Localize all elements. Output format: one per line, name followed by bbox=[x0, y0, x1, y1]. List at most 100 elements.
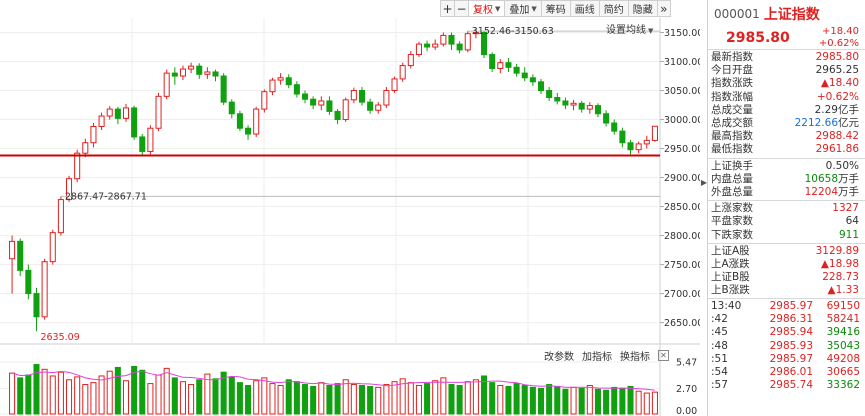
toolbar-button-label: 筹码 bbox=[545, 5, 566, 16]
quote-section: 上证A股 3129.89 上A涨跌 ▲18.98 上证B股 228.73 上B涨跌 ▲1.33 bbox=[708, 244, 865, 300]
volume-bar bbox=[472, 379, 479, 415]
tick-vol: 35043 bbox=[826, 339, 860, 352]
tick-price: 2986.01 bbox=[769, 365, 813, 378]
candle-body bbox=[49, 232, 56, 263]
change-params-button[interactable]: 改参数 bbox=[544, 348, 574, 363]
y-tick-label: 2950.00 bbox=[664, 144, 700, 155]
add-indicator-button[interactable]: 加指标 bbox=[582, 348, 612, 363]
quote-row: 最高指数 2988.42 bbox=[708, 130, 865, 143]
volume-bar bbox=[424, 383, 431, 415]
volume-bar bbox=[635, 390, 642, 415]
candle-body bbox=[578, 102, 585, 110]
tick-vol: 39416 bbox=[826, 326, 860, 339]
volume-bar bbox=[383, 384, 390, 415]
candle-body bbox=[334, 110, 341, 121]
annotation-label: 2867.47-2867.71 bbox=[65, 191, 147, 202]
quote-value-wrap: 2.29亿手 bbox=[815, 104, 859, 117]
quote-price-row: 2985.80 +18.40 +0.62% bbox=[708, 26, 865, 50]
quote-section: 上证换手 0.50% 内盘总量 10658万手 外盘总量 12204万手 bbox=[708, 159, 865, 202]
candle-body bbox=[245, 127, 252, 135]
quote-value: 2212.66 bbox=[794, 117, 838, 130]
toolbar-button-8[interactable]: » bbox=[656, 0, 671, 17]
volume-bar bbox=[627, 385, 634, 415]
quote-value: 2985.80 bbox=[815, 51, 859, 64]
quote-row: 内盘总量 10658万手 bbox=[708, 173, 865, 186]
toolbar-button-7[interactable]: 隐藏 bbox=[627, 0, 657, 17]
switch-indicator-button[interactable]: 换指标 bbox=[620, 348, 650, 363]
volume-bar bbox=[643, 392, 650, 415]
quote-value-wrap: 911 bbox=[839, 229, 859, 242]
candle-body bbox=[163, 72, 170, 97]
toolbar-button-5[interactable]: 画线 bbox=[569, 0, 599, 17]
annotation-label: 3152.46-3150.63 bbox=[472, 26, 554, 37]
quote-label: 上A涨跌 bbox=[711, 257, 750, 270]
candle-body bbox=[9, 240, 16, 260]
volume-bar bbox=[82, 384, 89, 415]
tick-row[interactable]: :54 2986.01 30665 bbox=[708, 365, 865, 378]
volume-bar bbox=[236, 382, 243, 415]
toolbar-button-3[interactable]: 叠加 ▼ bbox=[504, 0, 541, 17]
quote-value-wrap: ▲18.40 bbox=[821, 77, 859, 90]
tick-row[interactable]: :48 2985.93 35043 bbox=[708, 339, 865, 352]
toolbar-button-4[interactable]: 筹码 bbox=[540, 0, 570, 17]
ma-setting-menu[interactable]: 设置均线 ▼ bbox=[606, 21, 653, 36]
tick-row[interactable]: :51 2985.97 49208 bbox=[708, 352, 865, 365]
volume-bar bbox=[586, 384, 593, 415]
candle-body bbox=[82, 142, 89, 154]
toolbar-button-6[interactable]: 简约 bbox=[598, 0, 628, 17]
volume-bar bbox=[301, 384, 309, 415]
candle-body bbox=[513, 66, 520, 74]
tick-row[interactable]: :45 2985.94 39416 bbox=[708, 326, 865, 339]
toolbar-button-label: 画线 bbox=[574, 5, 595, 16]
volume-bar bbox=[619, 387, 626, 415]
quote-row: 上证A股 3129.89 bbox=[708, 245, 865, 258]
tick-row[interactable]: :57 2985.74 33362 bbox=[708, 379, 865, 392]
quote-value-wrap: 3129.89 bbox=[816, 245, 859, 258]
quote-value: +0.62% bbox=[816, 90, 859, 103]
quote-row: 最低指数 2961.86 bbox=[708, 143, 865, 156]
volume-bar bbox=[318, 382, 325, 415]
volume-bar bbox=[269, 383, 276, 415]
quote-row: 总成交量 2.29亿手 bbox=[708, 104, 865, 117]
quote-value: 3129.89 bbox=[815, 244, 859, 257]
tick-row[interactable]: :42 2986.31 58241 bbox=[708, 313, 865, 326]
quote-label: 指数涨跌 bbox=[711, 77, 753, 90]
toolbar-button-0[interactable]: + bbox=[440, 0, 454, 17]
candle-body bbox=[497, 62, 504, 69]
candle-body bbox=[74, 152, 81, 180]
candle-body bbox=[114, 108, 121, 119]
quote-unit: 万手 bbox=[838, 185, 859, 198]
candle-body bbox=[643, 139, 650, 145]
y-tick-label: 2700.00 bbox=[664, 289, 700, 300]
quote-value: ▲1.33 bbox=[827, 284, 859, 297]
tick-list[interactable]: 13:40 2985.97 69150:42 2986.31 58241:45 2985.… bbox=[708, 299, 865, 391]
candle-body bbox=[570, 102, 577, 106]
tick-row[interactable]: 13:40 2985.97 69150 bbox=[708, 299, 865, 312]
quote-label: 平盘家数 bbox=[711, 215, 753, 228]
price-change: +18.40 bbox=[821, 26, 859, 37]
close-icon[interactable]: ✕ bbox=[658, 350, 669, 361]
quote-row: 上B涨跌 ▲1.33 bbox=[708, 284, 865, 297]
quote-label: 上证B股 bbox=[711, 271, 750, 284]
volume-bar bbox=[114, 366, 121, 415]
quote-label: 总成交额 bbox=[711, 117, 753, 130]
candle-body bbox=[399, 65, 406, 80]
candle-body bbox=[196, 65, 203, 75]
candle-body bbox=[188, 65, 195, 70]
toolbar-button-1[interactable]: − bbox=[454, 0, 468, 17]
tick-vol: 58241 bbox=[826, 313, 860, 326]
tick-time: :51 bbox=[711, 352, 728, 365]
y-tick-label: 2650.00 bbox=[664, 318, 700, 329]
quote-value: 2.29 bbox=[814, 103, 838, 116]
quote-row: 今日开盘 2965.25 bbox=[708, 64, 865, 77]
quote-label: 指数涨幅 bbox=[711, 90, 753, 103]
volume-bar bbox=[66, 379, 73, 415]
y-tick-label: 2750.00 bbox=[664, 260, 700, 271]
volume-bar bbox=[375, 386, 382, 415]
toolbar-button-label: − bbox=[456, 1, 467, 16]
kline-chart-area[interactable]: 3150.00 3100.00 3050.00 3000.00 2950.00 2900.… bbox=[0, 0, 700, 416]
toolbar-button-2[interactable]: 复权 ▼ bbox=[468, 0, 505, 17]
tick-vol: 69150 bbox=[826, 299, 860, 312]
candle-body bbox=[179, 68, 186, 77]
volume-bar bbox=[611, 386, 618, 415]
